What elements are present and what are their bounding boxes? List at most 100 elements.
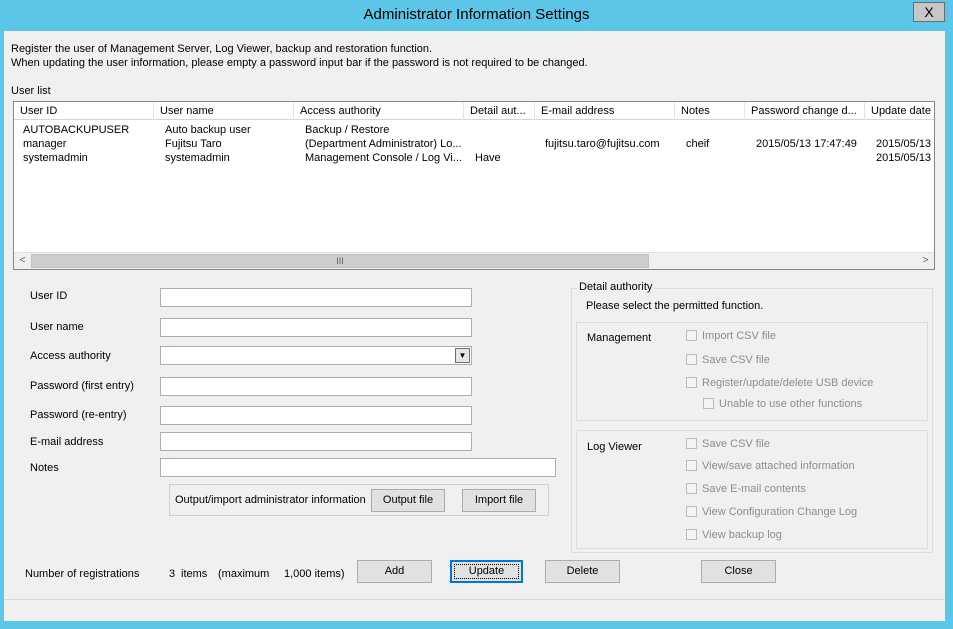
checkbox-icon <box>686 438 697 449</box>
cell-email: fujitsu.taro@fujitsu.com <box>545 138 660 150</box>
user-id-input[interactable] <box>160 288 472 307</box>
column-header-password-change-date[interactable]: Password change d... <box>745 102 865 120</box>
import-file-button[interactable]: Import file <box>462 489 536 512</box>
checkbox-unable-other-functions[interactable]: Unable to use other functions <box>703 398 862 412</box>
intro-line-2: When updating the user information, plea… <box>11 57 588 69</box>
chevron-down-icon[interactable]: ▼ <box>455 348 470 363</box>
column-header-user-name[interactable]: User name <box>154 102 294 120</box>
cell-notes: cheif <box>686 138 710 150</box>
dialog-window: Administrator Information Settings X Reg… <box>0 0 953 629</box>
checkbox-icon <box>686 330 697 341</box>
management-group: Management Import CSV file Save CSV file… <box>576 322 928 421</box>
checkbox-icon <box>686 506 697 517</box>
checkbox-label: Unable to use other functions <box>719 398 863 410</box>
status-bar <box>4 599 945 621</box>
checkbox-save-csv[interactable]: Save CSV file <box>686 354 770 368</box>
checkbox-icon <box>686 377 697 388</box>
scrollbar-thumb[interactable]: III <box>31 254 649 268</box>
checkbox-icon <box>686 483 697 494</box>
column-header-email[interactable]: E-mail address <box>535 102 675 120</box>
scroll-left-arrow-icon[interactable]: < <box>14 253 31 269</box>
intro-line-1: Register the user of Management Server, … <box>11 43 433 55</box>
checkbox-label: View backup log <box>702 529 782 541</box>
checkbox-icon <box>686 460 697 471</box>
cell-access-authority: Backup / Restore <box>305 124 390 136</box>
detail-authority-group: Detail authority Please select the permi… <box>571 281 933 553</box>
checkbox-usb-device[interactable]: Register/update/delete USB device <box>686 377 873 391</box>
cell-update-date: 2015/05/13 <box>876 138 932 150</box>
cell-detail-authority: Have <box>475 152 501 164</box>
cell-user-name: systemadmin <box>165 152 230 164</box>
password-first-input[interactable] <box>160 377 472 396</box>
import-export-panel: Output/import administrator information … <box>169 484 549 516</box>
close-window-button[interactable]: X <box>913 2 945 22</box>
column-header-update-date[interactable]: Update date <box>865 102 934 120</box>
checkbox-label: Import CSV file <box>702 330 776 342</box>
column-header-detail-authority[interactable]: Detail aut... <box>464 102 535 120</box>
scroll-right-arrow-icon[interactable]: > <box>917 253 934 269</box>
import-export-label: Output/import administrator information <box>175 494 366 506</box>
registrations-count: 3 <box>169 568 176 580</box>
checkbox-lv-config-change-log[interactable]: View Configuration Change Log <box>686 506 857 520</box>
table-row[interactable]: systemadmin systemadmin Management Conso… <box>14 151 934 165</box>
table-row[interactable]: manager Fujitsu Taro (Department Adminis… <box>14 137 934 151</box>
column-header-user-id[interactable]: User ID <box>14 102 154 120</box>
access-authority-label: Access authority <box>30 350 111 362</box>
title-bar[interactable]: Administrator Information Settings X <box>0 0 953 31</box>
password-reentry-label: Password (re-entry) <box>30 409 127 421</box>
cell-access-authority: Management Console / Log Vi... <box>305 152 462 164</box>
user-list-view[interactable]: User ID User name Access authority Detai… <box>13 101 935 270</box>
cell-user-id: AUTOBACKUPUSER <box>23 124 130 136</box>
access-authority-combobox[interactable]: ▼ <box>160 346 472 365</box>
checkbox-label: Save CSV file <box>702 438 770 450</box>
checkbox-lv-save-email[interactable]: Save E-mail contents <box>686 483 806 497</box>
registrations-label: Number of registrations <box>25 568 140 580</box>
log-viewer-label: Log Viewer <box>587 441 642 453</box>
dialog-client-area: Register the user of Management Server, … <box>4 31 945 621</box>
checkbox-label: View/save attached information <box>702 460 855 472</box>
password-reentry-input[interactable] <box>160 406 472 425</box>
add-button[interactable]: Add <box>357 560 432 583</box>
window-title: Administrator Information Settings <box>363 6 590 23</box>
cell-update-date: 2015/05/13 <box>876 152 932 164</box>
management-label: Management <box>587 332 652 344</box>
column-header-access-authority[interactable]: Access authority <box>294 102 464 120</box>
checkbox-lv-save-csv[interactable]: Save CSV file <box>686 438 770 452</box>
detail-authority-instruction: Please select the permitted function. <box>586 300 764 312</box>
user-list-header: User ID User name Access authority Detai… <box>14 102 934 120</box>
checkbox-label: Register/update/delete USB device <box>702 377 874 389</box>
checkbox-label: Save CSV file <box>702 354 770 366</box>
items-label: items <box>181 568 208 580</box>
update-button[interactable]: Update <box>450 560 523 583</box>
cell-user-name: Fujitsu Taro <box>165 138 222 150</box>
intro-text: Register the user of Management Server, … <box>11 42 588 70</box>
checkbox-icon <box>703 398 714 409</box>
notes-label: Notes <box>30 462 59 474</box>
email-label: E-mail address <box>30 436 104 448</box>
cell-user-id: systemadmin <box>23 152 88 164</box>
user-list-label: User list <box>11 85 51 97</box>
delete-button[interactable]: Delete <box>545 560 620 583</box>
cell-user-name: Auto backup user <box>165 124 251 136</box>
checkbox-import-csv[interactable]: Import CSV file <box>686 330 776 344</box>
email-input[interactable] <box>160 432 472 451</box>
password-first-label: Password (first entry) <box>30 380 134 392</box>
horizontal-scrollbar[interactable]: < III > <box>14 252 934 269</box>
update-button-label: Update <box>468 565 505 577</box>
column-header-notes[interactable]: Notes <box>675 102 745 120</box>
log-viewer-group: Log Viewer Save CSV file View/save attac… <box>576 430 928 549</box>
close-button[interactable]: Close <box>701 560 776 583</box>
output-file-button[interactable]: Output file <box>371 489 445 512</box>
checkbox-icon <box>686 529 697 540</box>
checkbox-lv-attached-info[interactable]: View/save attached information <box>686 460 855 474</box>
cell-password-change-date: 2015/05/13 17:47:49 <box>756 138 857 150</box>
checkbox-icon <box>686 354 697 365</box>
detail-authority-caption: Detail authority <box>577 281 655 293</box>
user-name-label: User name <box>30 321 84 333</box>
notes-input[interactable] <box>160 458 556 477</box>
checkbox-label: View Configuration Change Log <box>702 506 858 518</box>
table-row[interactable]: AUTOBACKUPUSER Auto backup user Backup /… <box>14 123 934 137</box>
user-name-input[interactable] <box>160 318 472 337</box>
cell-user-id: manager <box>23 138 67 150</box>
checkbox-lv-backup-log[interactable]: View backup log <box>686 529 782 543</box>
